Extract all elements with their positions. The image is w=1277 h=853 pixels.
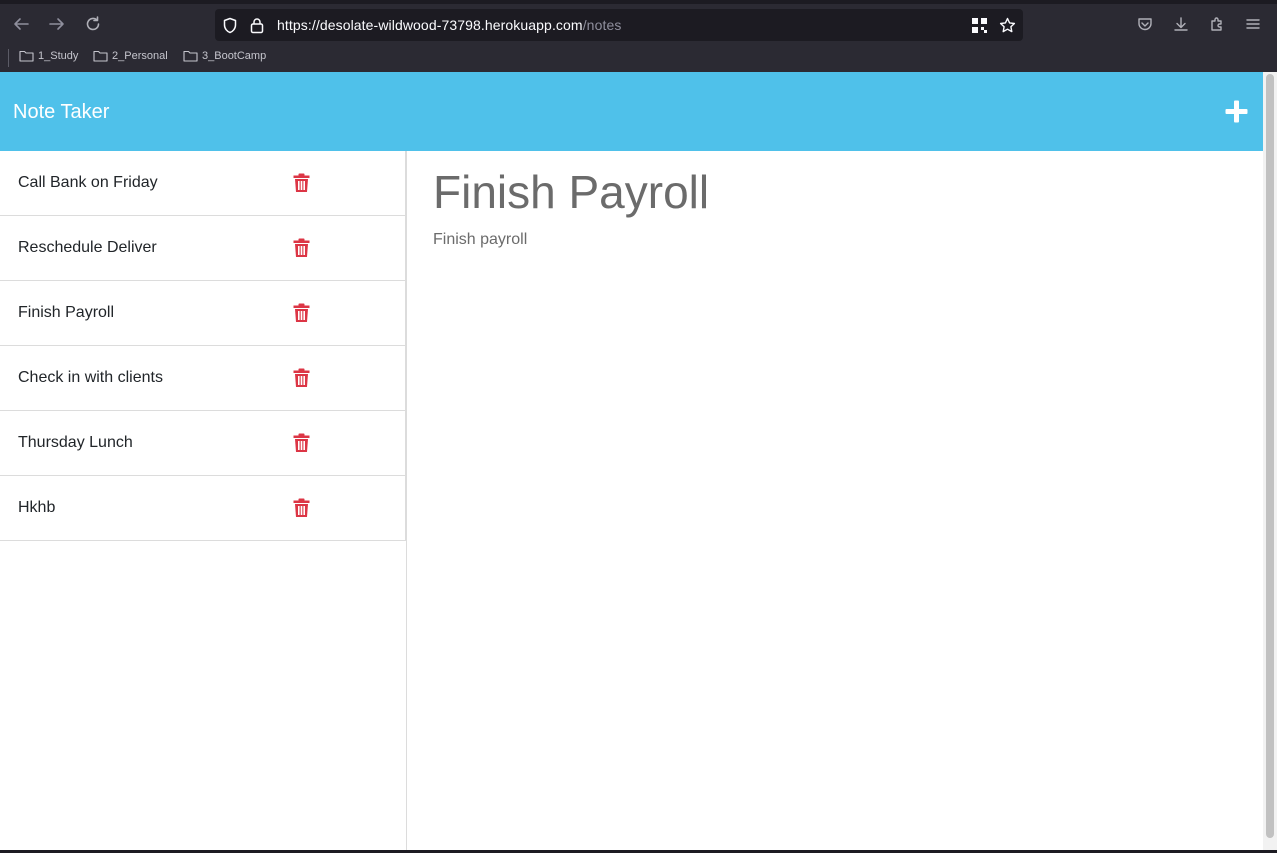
forward-arrow-icon[interactable] — [45, 12, 69, 36]
list-item[interactable]: Thursday Lunch — [0, 411, 406, 476]
bookmarks-separator — [8, 49, 9, 67]
url-text[interactable]: https://desolate-wildwood-73798.herokuap… — [277, 17, 621, 33]
scrollbar-thumb[interactable] — [1266, 74, 1274, 838]
download-icon[interactable] — [1170, 13, 1192, 35]
tab-strip — [0, 0, 1277, 4]
url-bar[interactable]: https://desolate-wildwood-73798.herokuap… — [215, 9, 1023, 41]
page-viewport: Note Taker Call Bank on Friday Reschedule… — [0, 72, 1263, 850]
trash-icon[interactable] — [293, 498, 310, 518]
trash-icon[interactable] — [293, 238, 310, 258]
list-item[interactable]: Finish Payroll — [0, 281, 406, 346]
url-path: /notes — [582, 17, 622, 33]
note-list-title: Hkhb — [18, 499, 56, 516]
reload-icon[interactable] — [81, 12, 105, 36]
list-item[interactable]: Check in with clients — [0, 346, 406, 411]
bookmarks-bar: 1_Study 2_Personal 3_BootCamp — [0, 46, 1277, 70]
note-list-title: Reschedule Deliver — [18, 239, 157, 256]
note-text[interactable]: Finish payroll — [433, 231, 527, 249]
note-list-title: Call Bank on Friday — [18, 174, 158, 191]
list-item[interactable]: Call Bank on Friday — [0, 151, 406, 216]
folder-icon — [183, 50, 198, 62]
folder-icon — [19, 50, 34, 62]
note-list: Call Bank on Friday Reschedule Deliver Fin… — [0, 151, 406, 541]
bookmark-folder-personal[interactable]: 2_Personal — [93, 49, 168, 62]
list-item[interactable]: Hkhb — [0, 476, 406, 541]
pocket-icon[interactable] — [1134, 13, 1156, 35]
brand-title[interactable]: Note Taker — [13, 101, 109, 124]
note-title[interactable]: Finish Payroll — [433, 165, 709, 219]
bookmark-label: 2_Personal — [112, 49, 168, 62]
bookmark-label: 1_Study — [38, 49, 79, 62]
note-editor: Finish Payroll Finish payroll — [407, 151, 1263, 850]
scrollbar[interactable] — [1263, 72, 1277, 850]
note-list-title: Check in with clients — [18, 369, 163, 386]
menu-icon[interactable] — [1242, 13, 1264, 35]
extensions-icon[interactable] — [1206, 13, 1228, 35]
bookmark-star-icon[interactable] — [998, 16, 1016, 34]
url-host: https://desolate-wildwood-73798.herokuap… — [277, 17, 583, 33]
lock-icon[interactable] — [248, 16, 266, 34]
bookmark-label: 3_BootCamp — [202, 49, 267, 62]
note-list-panel: Call Bank on Friday Reschedule Deliver Fin… — [0, 151, 407, 850]
trash-icon[interactable] — [293, 433, 310, 453]
shield-icon[interactable] — [221, 16, 239, 34]
folder-icon — [93, 50, 108, 62]
navbar: Note Taker — [0, 72, 1263, 151]
trash-icon[interactable] — [293, 303, 310, 323]
plus-icon — [1225, 100, 1248, 123]
browser-chrome: https://desolate-wildwood-73798.herokuap… — [0, 0, 1277, 72]
trash-icon[interactable] — [293, 173, 310, 193]
bookmark-folder-bootcamp[interactable]: 3_BootCamp — [183, 49, 266, 62]
qr-code-icon[interactable] — [970, 16, 988, 34]
trash-icon[interactable] — [293, 368, 310, 388]
list-item[interactable]: Reschedule Deliver — [0, 216, 406, 281]
back-arrow-icon[interactable] — [9, 12, 33, 36]
bookmark-folder-study[interactable]: 1_Study — [19, 49, 78, 62]
note-list-title: Thursday Lunch — [18, 434, 133, 451]
note-list-title: Finish Payroll — [18, 304, 115, 321]
new-note-button[interactable] — [1224, 99, 1249, 124]
